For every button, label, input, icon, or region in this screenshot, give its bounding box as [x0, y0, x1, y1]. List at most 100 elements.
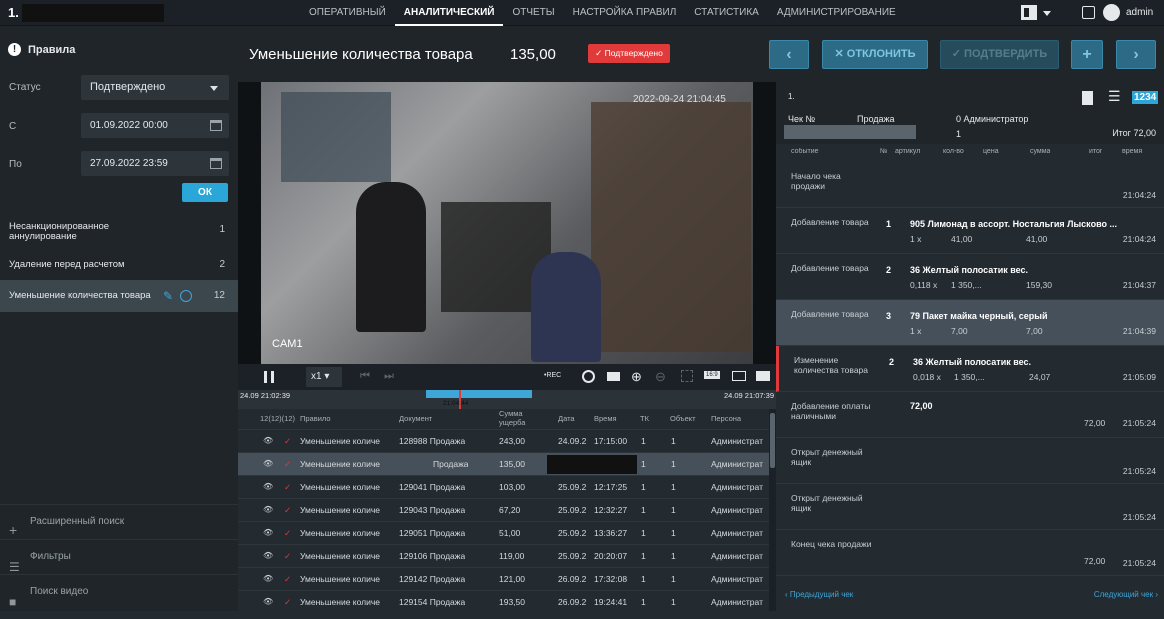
nav-statistics[interactable]: СТАТИСТИКА — [685, 0, 768, 26]
nav-operative[interactable]: ОПЕРАТИВНЫЙ — [300, 0, 395, 26]
video-player[interactable]: 2022-09-24 21:04:45 CAM1 — [238, 82, 776, 364]
table-row[interactable]: 👁 ✓ Уменьшение количе 129106 Продажа 119,00 2… — [238, 544, 769, 567]
play-icon[interactable] — [180, 290, 192, 302]
next-check-link[interactable]: Следующий чек › — [1094, 590, 1158, 599]
from-date-field[interactable]: 01.09.2022 00:00 — [81, 113, 229, 138]
avatar[interactable] — [1103, 4, 1120, 21]
edit-icon[interactable]: ✎ — [163, 280, 173, 312]
calendar-icon[interactable] — [210, 120, 222, 131]
cell-person: Администрат — [711, 459, 763, 469]
table-row[interactable]: 👁 ✓ Уменьшение количе 128988 Продажа 243,00 2… — [238, 429, 769, 452]
reject-button[interactable]: ✕ ОТКЛОНИТЬ — [822, 40, 928, 69]
screen-icon[interactable] — [1082, 6, 1095, 19]
top-bar: 1. ОПЕРАТИВНЫЙ АНАЛИТИЧЕСКИЙ ОТЧЕТЫ НАСТ… — [0, 0, 1164, 26]
status-select[interactable]: Подтверждено — [81, 75, 229, 100]
calendar-icon[interactable] — [210, 158, 222, 169]
eye-icon[interactable]: 👁 — [263, 568, 273, 590]
col-document[interactable]: Документ — [399, 414, 432, 423]
table-header: 12(12)(12) Правило Документ Сумма ущерба… — [238, 409, 769, 429]
nav-reports[interactable]: ОТЧЕТЫ — [503, 0, 563, 26]
table-row[interactable]: 👁 ✓ Уменьшение количе 129041 Продажа 103,00 2… — [238, 475, 769, 498]
receipt-event[interactable]: Конец чека продажи 72,00 21:05:24 — [776, 530, 1164, 576]
aspect-ratio-button[interactable]: 16:9 — [704, 371, 720, 379]
receipt-event[interactable]: Добавление товара 3 79 Пакет майка черный,… — [776, 300, 1164, 346]
numeric-view-icon[interactable]: 1234 — [1132, 91, 1159, 104]
prev-check-link[interactable]: ‹ Предыдущий чек — [785, 590, 853, 599]
event-time: 21:05:24 — [1122, 466, 1156, 476]
list-icon[interactable]: ☰ — [1108, 88, 1121, 105]
zoom-in-icon[interactable]: ⊕ — [631, 369, 642, 385]
overlay-icon[interactable] — [756, 371, 770, 381]
receipt-event[interactable]: Добавление товара 2 36 Желтый полосатик ве… — [776, 254, 1164, 300]
table-row[interactable]: 👁 ✓ Уменьшение количе Продажа 135,00 1 1 Админи… — [238, 452, 769, 475]
eye-icon[interactable]: 👁 — [263, 430, 273, 452]
speed-select[interactable]: x1 ▾ — [306, 367, 342, 387]
table-row[interactable]: 👁 ✓ Уменьшение количе 129142 Продажа 121,00 2… — [238, 567, 769, 590]
step-back-icon[interactable]: ⏮ — [360, 370, 370, 383]
to-date-field[interactable]: 27.09.2022 23:59 — [81, 151, 229, 176]
table-row[interactable]: 👁 ✓ Уменьшение количе 129043 Продажа 67,20 25… — [238, 498, 769, 521]
receipt-event[interactable]: Открыт денежный ящик 21:05:24 — [776, 438, 1164, 484]
scroll-thumb[interactable] — [770, 413, 775, 468]
receipt-event[interactable]: Начало чека продажи 21:04:24 — [776, 162, 1164, 208]
sidebar: ! Правила Статус Подтверждено С 01.09.20… — [0, 26, 238, 611]
chevron-down-icon[interactable] — [1043, 11, 1051, 16]
rule-item-selected[interactable]: Уменьшение количества товара ✎ 12 — [0, 280, 238, 312]
eye-icon[interactable]: 👁 — [263, 476, 273, 498]
timeline[interactable]: 24.09 21:02:39 21:04:44 24.09 21:07:39 — [238, 390, 776, 409]
receipt-event[interactable]: Открыт денежный ящик 21:05:24 — [776, 484, 1164, 530]
col-no: № — [880, 148, 888, 155]
video-toolbar: x1 ▾ ⏮ ⏭ •REC ⊕ ⊖ 16:9 — [238, 364, 776, 390]
next-button[interactable]: › — [1116, 40, 1156, 69]
col-object[interactable]: Объект — [670, 414, 696, 423]
rec-indicator[interactable]: •REC — [544, 372, 561, 379]
col-person[interactable]: Персона — [711, 414, 741, 423]
col-date[interactable]: Дата — [558, 414, 575, 423]
pause-icon[interactable] — [264, 371, 274, 383]
ok-button[interactable]: ОК — [182, 183, 228, 202]
receipt-event[interactable]: Добавление товара 1 905 Лимонад в ассорт. … — [776, 208, 1164, 254]
rule-item[interactable]: Удаление перед расчетом 2 — [0, 259, 238, 270]
zoom-out-icon[interactable]: ⊖ — [655, 369, 666, 385]
video-camera-icon[interactable] — [607, 372, 620, 381]
cell-sum: 67,20 — [499, 505, 521, 515]
add-button[interactable]: + — [1071, 40, 1103, 69]
eye-icon[interactable]: 👁 — [263, 499, 273, 521]
receipt-event[interactable]: Добавление оплаты наличными 72,00 72,00 21:… — [776, 392, 1164, 438]
video-search[interactable]: ■ Поиск видео — [0, 574, 238, 609]
nav-administration[interactable]: АДМИНИСТРИРОВАНИЕ — [768, 0, 905, 26]
confirm-button[interactable]: ✓ ПОДТВЕРДИТЬ — [940, 40, 1059, 69]
receipt-event[interactable]: Изменение количества товара 2 36 Желтый по… — [776, 346, 1164, 392]
col-rule[interactable]: Правило — [300, 414, 331, 423]
layout-menu-icon[interactable] — [1021, 5, 1037, 20]
step-forward-icon[interactable]: ⏭ — [384, 370, 394, 383]
cell-tk: 1 — [641, 551, 646, 561]
col-sum[interactable]: Сумма ущерба — [499, 409, 533, 427]
event-price: 1 350,... — [954, 372, 985, 382]
document-icon[interactable] — [1082, 91, 1093, 105]
eye-icon[interactable]: 👁 — [263, 522, 273, 544]
prev-button[interactable]: ‹ — [769, 40, 809, 69]
edit-box[interactable] — [547, 455, 637, 474]
eye-icon[interactable]: 👁 — [263, 453, 273, 475]
table-row[interactable]: 👁 ✓ Уменьшение количе 129154 Продажа 193,50 2… — [238, 590, 769, 613]
table-scrollbar[interactable] — [769, 409, 776, 611]
advanced-search[interactable]: + Расширенный поиск — [0, 504, 238, 538]
fullscreen-icon[interactable] — [681, 370, 693, 382]
eye-icon[interactable]: 👁 — [263, 591, 273, 613]
snapshot-icon[interactable] — [582, 370, 595, 383]
eye-icon[interactable]: 👁 — [263, 545, 273, 567]
cell-rule: Уменьшение количе — [300, 528, 381, 538]
filters[interactable]: ☰ Фильтры — [0, 539, 238, 574]
col-tk[interactable]: ТК — [640, 414, 649, 423]
incident-amount: 135,00 — [510, 46, 556, 63]
nav-analytic[interactable]: АНАЛИТИЧЕСКИЙ — [394, 0, 504, 26]
rule-item[interactable]: Несанкционированное аннулирование 1 — [0, 222, 238, 242]
incident-title: Уменьшение количества товара — [249, 46, 473, 63]
nav-rules-settings[interactable]: НАСТРОЙКА ПРАВИЛ — [564, 0, 686, 26]
subtitle-icon[interactable] — [732, 371, 746, 381]
username[interactable]: admin — [1126, 7, 1153, 18]
table-row[interactable]: 👁 ✓ Уменьшение количе 129051 Продажа 51,00 25… — [238, 521, 769, 544]
cell-rule: Уменьшение количе — [300, 436, 381, 446]
col-time[interactable]: Время — [594, 414, 617, 423]
